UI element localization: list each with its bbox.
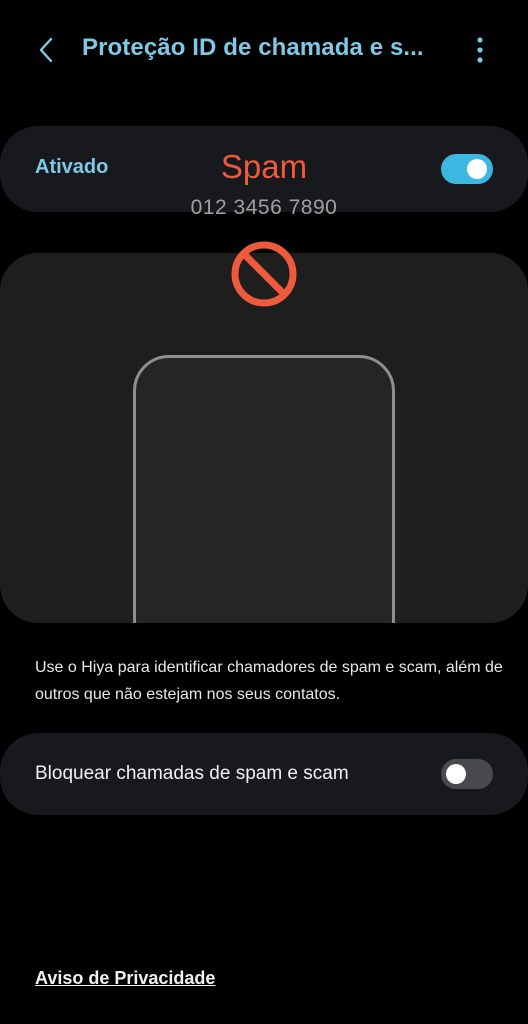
toggle-knob bbox=[446, 764, 466, 784]
description-text: Use o Hiya para identificar chamadores d… bbox=[35, 659, 503, 703]
block-calls-label: Bloquear chamadas de spam e scam bbox=[35, 763, 349, 784]
page-title: Proteção ID de chamada e s... bbox=[82, 34, 422, 61]
phone-illustration bbox=[133, 355, 395, 623]
caller-number: 012 3456 7890 bbox=[190, 196, 338, 219]
more-options-button[interactable] bbox=[462, 30, 498, 70]
app-bar: Proteção ID de chamada e s... bbox=[0, 0, 528, 100]
block-icon bbox=[231, 241, 297, 307]
block-calls-toggle[interactable] bbox=[441, 759, 493, 789]
privacy-notice-link[interactable]: Aviso de Privacidade bbox=[35, 968, 215, 989]
spam-label: Spam bbox=[220, 148, 308, 185]
chevron-left-icon bbox=[39, 37, 53, 63]
back-button[interactable] bbox=[26, 30, 66, 70]
more-vertical-icon bbox=[477, 37, 483, 63]
